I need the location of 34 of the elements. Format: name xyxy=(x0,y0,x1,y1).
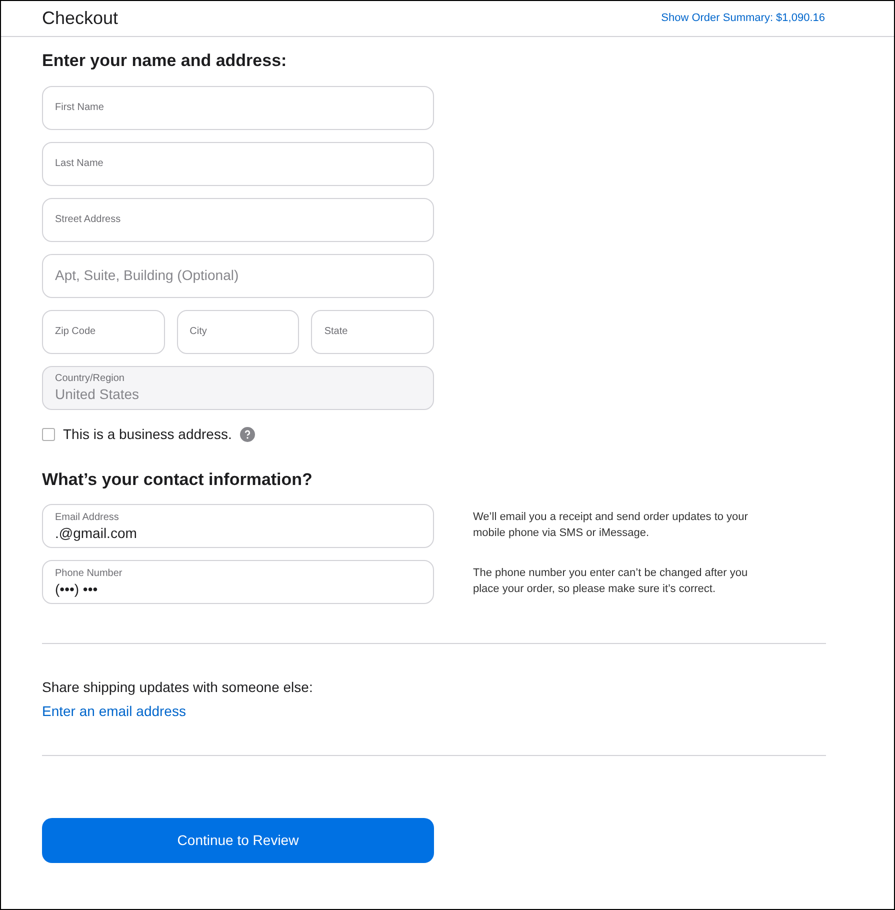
enter-email-link[interactable]: Enter an email address xyxy=(42,701,186,722)
field-note: We’ll email you a receipt and send order updates to your mobile phone via SMS or iMessage. xyxy=(473,510,749,541)
input-field[interactable]: Last Name xyxy=(42,142,434,186)
field-label: Country/Region xyxy=(55,372,126,385)
input-field[interactable]: State xyxy=(311,310,434,354)
order-summary-link[interactable]: Show Order Summary: $1,090.16 xyxy=(661,10,825,27)
input-field[interactable]: City xyxy=(176,310,300,354)
continue-button[interactable]: Continue to Review xyxy=(42,818,434,863)
field-value: (•••) ••• xyxy=(55,580,99,598)
field-value: United States xyxy=(55,385,140,403)
input-field[interactable]: Zip Code xyxy=(42,310,165,354)
field-placeholder: Apt, Suite, Building (Optional) xyxy=(55,266,240,285)
field-label: State xyxy=(324,325,349,338)
input-field[interactable]: Street Address xyxy=(42,198,434,242)
section-heading: Enter your name and address: xyxy=(42,50,288,72)
section-heading: What’s your contact information? xyxy=(42,468,314,490)
checkbox-label: This is a business address. xyxy=(63,424,232,444)
input-field[interactable]: Apt, Suite, Building (Optional) xyxy=(42,254,434,298)
field-note: The phone number you enter can’t be changed after you place your order, so please make sure it’s correct. xyxy=(473,566,749,597)
help-icon[interactable] xyxy=(240,426,255,442)
checkbox[interactable] xyxy=(42,428,55,440)
field-value: .@gmail.com xyxy=(55,524,138,542)
input-field[interactable]: Phone Number (•••) ••• xyxy=(42,560,434,604)
field-label: Zip Code xyxy=(55,325,97,338)
field-label: City xyxy=(190,325,208,338)
field-label: Email Address xyxy=(55,510,120,524)
page-title: Checkout xyxy=(42,7,118,30)
field-label: Last Name xyxy=(55,157,104,170)
input-field[interactable]: First Name xyxy=(42,86,434,130)
field-label: Phone Number xyxy=(55,566,124,580)
share-text: Share shipping updates with someone else: xyxy=(42,678,313,697)
field-label: Street Address xyxy=(55,213,122,226)
input-field[interactable]: Email Address .@gmail.com xyxy=(42,504,434,548)
field-label: First Name xyxy=(55,101,105,114)
